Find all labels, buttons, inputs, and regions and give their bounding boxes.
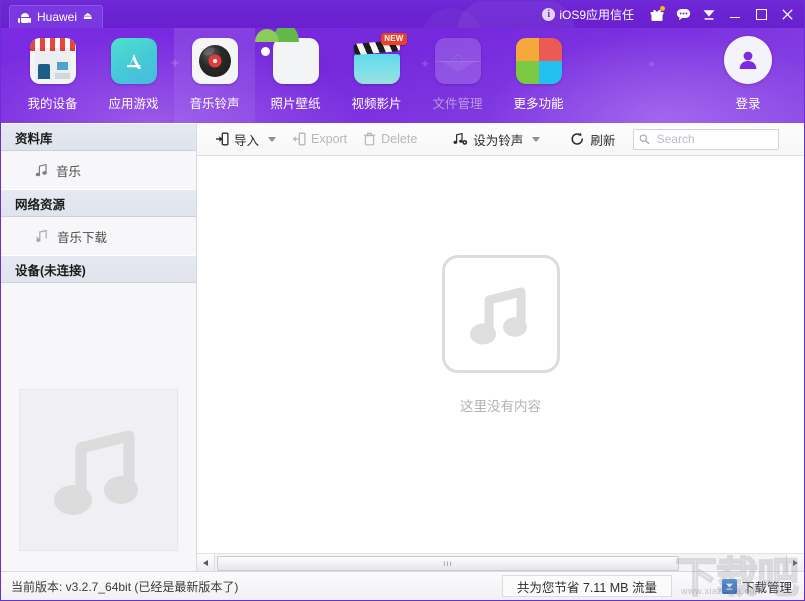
empty-state-text: 这里没有内容 <box>460 398 541 414</box>
person-avatar-icon <box>724 36 772 84</box>
status-bar-right-group: 共为您节省 7.11 MB 流量 下载管理 <box>501 575 796 597</box>
nav-item-my-device[interactable]: 我的设备 <box>12 28 93 123</box>
login-label: 登录 <box>735 97 761 111</box>
music-note-placeholder-icon <box>53 430 138 515</box>
nav-item-apps-games[interactable]: 应用游戏 <box>93 28 174 123</box>
saved-traffic-text: 共为您节省 7.11 MB 流量 <box>501 575 672 597</box>
set-as-ringtone-label: 设为铃声 <box>473 133 524 148</box>
refresh-button[interactable]: 刷新 <box>562 127 623 151</box>
nav-item-list: 我的设备 应用游戏 音乐铃声 照片壁纸 NEW 视频影片 文件管理 更多功能 <box>1 28 579 123</box>
folder-icon <box>434 38 481 84</box>
chat-icon[interactable] <box>670 1 696 28</box>
device-tab-label: Huawei <box>37 10 78 24</box>
refresh-label: 刷新 <box>590 133 616 148</box>
nav-label: 文件管理 <box>432 97 483 111</box>
version-text: 当前版本: v3.2.7_64bit (已经是最新版本了) <box>11 579 239 594</box>
export-label: Export <box>311 132 348 146</box>
android-robot-icon <box>18 11 31 24</box>
nav-label: 我的设备 <box>27 97 78 111</box>
nav-label: 音乐铃声 <box>189 97 240 111</box>
scrollbar-track[interactable]: ııı <box>215 554 786 571</box>
nav-item-videos[interactable]: NEW 视频影片 <box>336 28 417 123</box>
import-button[interactable]: 导入 <box>207 127 284 151</box>
horizontal-scrollbar[interactable]: ııı <box>197 553 804 571</box>
scroll-left-arrow[interactable] <box>197 554 215 571</box>
empty-state: 这里没有内容 <box>197 156 804 553</box>
search-input[interactable] <box>654 131 774 147</box>
ios-trust-button[interactable]: i iOS9应用信任 <box>542 6 634 23</box>
info-icon: i <box>542 8 556 21</box>
sidebar: 资料库 音乐 网络资源 音乐下载 设备(未连接) <box>1 123 197 571</box>
export-button[interactable]: Export <box>284 127 355 151</box>
download-arrow-icon <box>721 578 737 594</box>
content-area: 资料库 音乐 网络资源 音乐下载 设备(未连接) 导入 Export Delet… <box>1 123 804 571</box>
minimize-button[interactable] <box>722 1 748 28</box>
download-icon[interactable] <box>696 1 722 28</box>
maximize-button[interactable] <box>748 1 774 28</box>
main-navigation-bar: ✦ ✦ ✦ 我的设备 应用游戏 <box>1 28 804 123</box>
search-box[interactable] <box>633 128 780 150</box>
nav-label: 应用游戏 <box>108 97 159 111</box>
sidebar-item-music[interactable]: 音乐 <box>1 151 196 189</box>
export-arrow-icon <box>293 132 306 146</box>
nav-item-music-ringtones[interactable]: 音乐铃声 <box>174 28 255 123</box>
nav-item-file-management[interactable]: 文件管理 <box>417 28 498 123</box>
sidebar-section-header-network: 网络资源 <box>1 189 196 217</box>
toolbar: 导入 Export Delete 设为铃声 刷新 Search <box>197 123 804 156</box>
clapperboard-icon: NEW <box>353 33 407 84</box>
sparkle-decoration: ✦ <box>647 59 657 71</box>
photo-icon <box>254 28 319 84</box>
huawei-assistant-window: Huawei ⏏ i iOS9应用信任 ✦ ✦ 我的设备 应用游戏 音乐铃声 照… <box>0 0 805 601</box>
eject-icon[interactable]: ⏏ <box>83 12 92 22</box>
sidebar-item-label: 音乐 <box>56 164 82 179</box>
sidebar-item-music-download[interactable]: 音乐下载 <box>1 217 196 255</box>
music-note-icon <box>469 287 527 344</box>
music-gear-icon <box>453 132 468 145</box>
chevron-down-icon[interactable] <box>268 136 277 142</box>
main-panel: 导入 Export Delete 设为铃声 刷新 Search 这里没有内容 ı… <box>197 123 804 571</box>
scrollbar-thumb[interactable]: ııı <box>217 556 679 571</box>
sidebar-spacer <box>1 283 196 389</box>
new-badge: NEW <box>381 33 407 45</box>
chevron-down-icon[interactable] <box>532 136 541 142</box>
title-bar-right-group: i iOS9应用信任 <box>542 1 804 28</box>
nav-item-photos-wallpapers[interactable]: 照片壁纸 <box>254 28 336 123</box>
sidebar-section-header-device: 设备(未连接) <box>1 255 196 283</box>
download-manager-button[interactable]: 下载管理 <box>721 577 796 596</box>
title-bar: Huawei ⏏ i iOS9应用信任 <box>1 1 804 28</box>
music-note-icon <box>35 163 48 177</box>
grid-squares-icon <box>515 38 562 84</box>
close-button[interactable] <box>774 1 800 28</box>
refresh-icon <box>571 132 584 145</box>
gift-icon[interactable] <box>644 1 670 28</box>
nav-label: 更多功能 <box>513 97 564 111</box>
appstore-icon <box>110 38 157 84</box>
import-arrow-icon <box>216 132 229 146</box>
music-download-icon <box>35 229 49 243</box>
gift-notification-dot <box>660 6 665 11</box>
delete-button[interactable]: Delete <box>355 127 425 151</box>
sidebar-artwork-placeholder <box>19 389 178 551</box>
empty-state-icon-box <box>441 254 560 373</box>
nav-item-more-features[interactable]: 更多功能 <box>498 28 579 123</box>
nav-label: 照片壁纸 <box>270 97 321 111</box>
device-tab-huawei[interactable]: Huawei ⏏ <box>9 5 104 28</box>
set-as-ringtone-button[interactable]: 设为铃声 <box>445 127 548 151</box>
status-bar: 当前版本: v3.2.7_64bit (已经是最新版本了) 下载吧 www.xi… <box>1 556 804 600</box>
sidebar-item-label: 音乐下载 <box>57 230 108 245</box>
delete-label: Delete <box>381 132 418 146</box>
search-icon <box>639 134 650 145</box>
trash-icon <box>363 132 376 146</box>
login-button[interactable]: 登录 <box>706 36 790 112</box>
shop-icon <box>29 38 76 84</box>
nav-label: 视频影片 <box>351 97 402 111</box>
download-manager-label: 下载管理 <box>741 580 792 595</box>
scrollbar-grip: ııı <box>443 559 453 568</box>
import-label: 导入 <box>234 133 260 148</box>
sidebar-section-header-library: 资料库 <box>1 123 196 151</box>
scroll-right-arrow[interactable] <box>786 554 804 571</box>
vinyl-record-icon <box>191 38 238 84</box>
ios-trust-label: iOS9应用信任 <box>559 8 634 22</box>
